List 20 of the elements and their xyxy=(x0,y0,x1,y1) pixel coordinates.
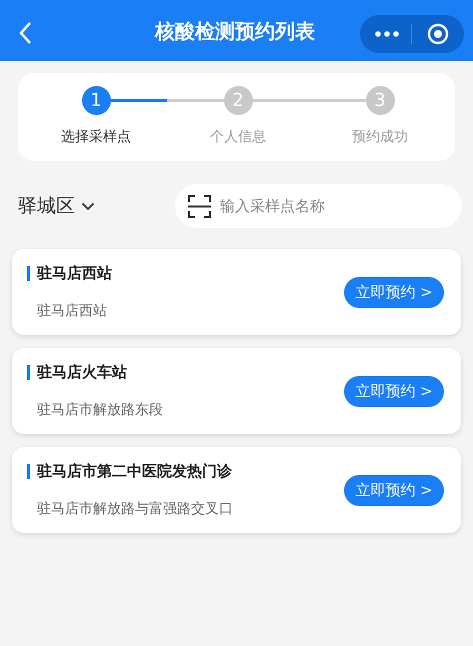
site-name: 驻马店火车站 xyxy=(37,362,127,383)
step-label: 预约成功 xyxy=(351,128,409,147)
site-address: 驻马店市解放路与富强路交叉口 xyxy=(37,500,234,520)
site-name: 驻马店市第二中医院发热门诊 xyxy=(37,460,232,482)
more-icon[interactable] xyxy=(375,31,399,37)
site-name: 驻马店西站 xyxy=(37,262,112,284)
book-button[interactable]: 立即预约 > xyxy=(344,474,444,506)
search-field[interactable]: 输入采样点名称 xyxy=(175,184,462,228)
chevron-down-icon[interactable] xyxy=(81,202,95,210)
site-address: 驻马店市解放路东段 xyxy=(37,401,164,420)
book-button[interactable]: 立即预约 > xyxy=(344,376,444,406)
step-label: 个人信息 xyxy=(209,128,267,147)
page-title: 核酸检测预约列表 xyxy=(154,19,316,43)
back-icon[interactable] xyxy=(19,22,32,44)
step-number: 1 xyxy=(82,86,110,115)
scan-icon[interactable] xyxy=(187,194,212,219)
book-button[interactable]: 立即预约 > xyxy=(344,276,444,308)
district-selector[interactable]: 驿城区 xyxy=(18,192,75,220)
step-label: 选择采样点 xyxy=(60,128,132,147)
site-address: 驻马店西站 xyxy=(37,302,108,322)
